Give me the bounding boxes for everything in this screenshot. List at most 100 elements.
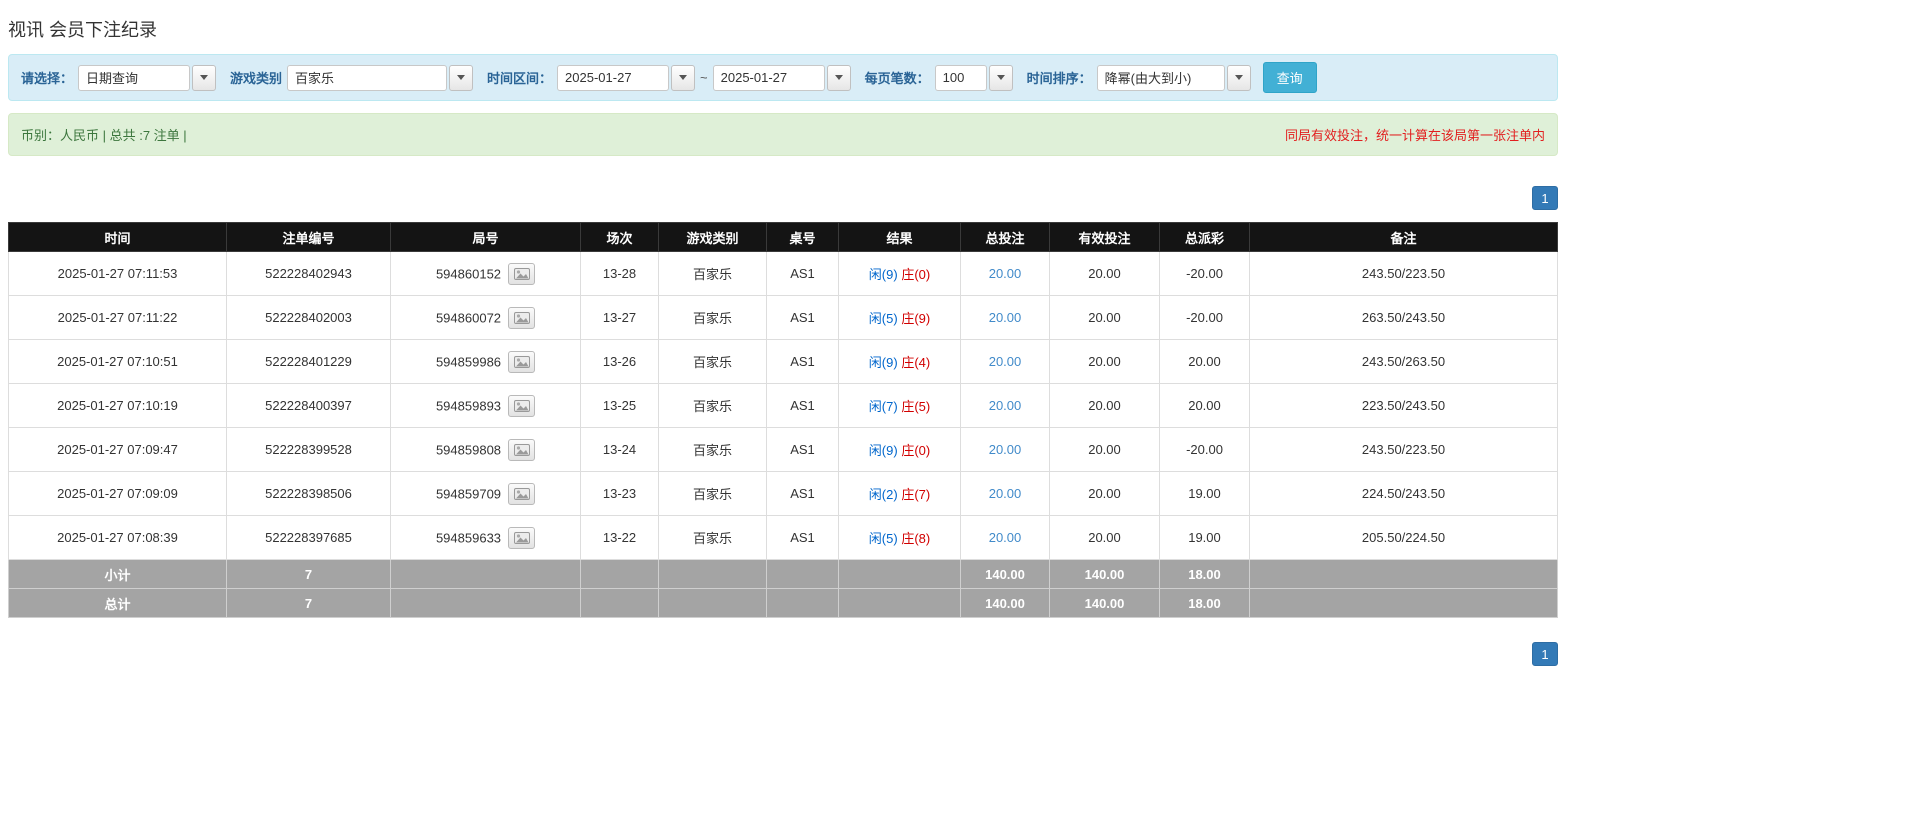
round-number: 594860152 (435, 266, 502, 281)
session-cell: 13-28 (580, 251, 659, 296)
query-type-input[interactable] (78, 64, 191, 91)
total-bet-link[interactable]: 20.00 (989, 486, 1022, 501)
table-no-cell: AS1 (766, 251, 839, 296)
note-cell: 243.50/223.50 (1249, 427, 1558, 472)
footer-empty-cell (658, 588, 767, 618)
result-player: 闲(9) (868, 267, 898, 282)
session-cell: 13-27 (580, 295, 659, 340)
round-detail-button[interactable] (508, 394, 536, 417)
note-cell: 223.50/243.50 (1249, 383, 1558, 428)
column-header: 结果 (838, 222, 961, 252)
result-banker: 庄(5) (901, 399, 931, 414)
footer-empty-cell (838, 588, 961, 618)
page-size-dropdown-button[interactable] (988, 64, 1013, 91)
page-title: 视讯 会员下注纪录 (8, 20, 158, 40)
payout-cell: -20.00 (1159, 295, 1250, 340)
result-cell: 闲(5) 庄(8) (838, 515, 961, 560)
valid-bet-cell: 20.00 (1049, 515, 1160, 560)
payout-cell: -20.00 (1159, 251, 1250, 296)
column-header: 注单编号 (226, 222, 391, 252)
footer-empty-cell (766, 559, 839, 589)
total-bet-link[interactable]: 20.00 (989, 530, 1022, 545)
valid-bet-cell: 20.00 (1049, 471, 1160, 516)
chevron-down-icon (200, 75, 209, 80)
game-type-input[interactable] (287, 64, 448, 91)
bet-no-cell: 522228397685 (226, 515, 391, 560)
round-detail-button[interactable] (508, 526, 536, 549)
round-detail-button[interactable] (508, 262, 536, 285)
round-cell: 594859709 (390, 471, 581, 516)
date-to-dropdown-button[interactable] (826, 64, 851, 91)
table-row: 2025-01-27 07:11:53 522228402943 594860152… (8, 251, 1558, 296)
time-range-label: 时间区间： (487, 71, 553, 86)
total-bet-link[interactable]: 20.00 (989, 398, 1022, 413)
result-banker: 庄(7) (901, 487, 931, 502)
date-from-dropdown-button[interactable] (671, 64, 696, 91)
round-cell: 594859633 (390, 515, 581, 560)
round-cell: 594860152 (390, 251, 581, 296)
valid-bet-cell: 20.00 (1049, 427, 1160, 472)
round-cell: 594860072 (390, 295, 581, 340)
page-button-1[interactable]: 1 (1532, 186, 1558, 210)
footer-empty-cell (390, 559, 581, 589)
game-type-cell: 百家乐 (658, 251, 767, 296)
cards-icon (513, 267, 530, 280)
time-sort-input[interactable] (1096, 64, 1225, 91)
date-from-input[interactable] (557, 64, 670, 91)
column-header: 总派彩 (1159, 222, 1250, 252)
footer-total-bet: 140.00 (960, 588, 1050, 618)
cards-icon (513, 311, 530, 324)
game-type-label: 游戏类别 (230, 71, 283, 86)
bet-no-cell: 522228401229 (226, 339, 391, 384)
note-cell: 263.50/243.50 (1249, 295, 1558, 340)
total-bet-link[interactable]: 20.00 (989, 266, 1022, 281)
time-cell: 2025-01-27 07:10:51 (8, 339, 227, 384)
round-number: 594859808 (435, 442, 502, 457)
chevron-down-icon (996, 75, 1005, 80)
table-row: 2025-01-27 07:08:39 522228397685 594859633… (8, 515, 1558, 560)
round-detail-button[interactable] (508, 350, 536, 373)
session-cell: 13-24 (580, 427, 659, 472)
game-type-cell: 百家乐 (658, 515, 767, 560)
cards-icon (513, 355, 530, 368)
summary-bar: 币别：人民币 | 总共 :7 注单 | 同局有效投注，统一计算在该局第一张注单内 (8, 113, 1558, 156)
date-to-input[interactable] (712, 64, 825, 91)
footer-empty-cell (1249, 588, 1558, 618)
game-type-dropdown-button[interactable] (449, 64, 474, 91)
table-row: 2025-01-27 07:10:51 522228401229 594859986… (8, 339, 1558, 384)
total-bet-link[interactable]: 20.00 (989, 310, 1022, 325)
footer-label: 总计 (8, 588, 227, 618)
bet-no-cell: 522228400397 (226, 383, 391, 428)
result-banker: 庄(8) (901, 531, 931, 546)
time-cell: 2025-01-27 07:11:53 (8, 251, 227, 296)
query-type-combo (78, 64, 217, 91)
footer-empty-cell (580, 559, 659, 589)
round-number: 594859633 (435, 530, 502, 545)
round-cell: 594859893 (390, 383, 581, 428)
currency-summary-text: 币别：人民币 | 总共 :7 注单 | (21, 128, 187, 143)
round-detail-button[interactable] (508, 482, 536, 505)
result-player: 闲(9) (868, 355, 898, 370)
note-cell: 224.50/243.50 (1249, 471, 1558, 516)
game-type-cell: 百家乐 (658, 339, 767, 384)
table-row: 2025-01-27 07:10:19 522228400397 594859893… (8, 383, 1558, 428)
footer-count: 7 (226, 559, 391, 589)
chevron-down-icon (457, 75, 466, 80)
round-detail-button[interactable] (508, 438, 536, 461)
time-sort-label: 时间排序： (1026, 71, 1092, 86)
time-sort-dropdown-button[interactable] (1226, 64, 1251, 91)
column-header: 备注 (1249, 222, 1558, 252)
footer-count: 7 (226, 588, 391, 618)
result-player: 闲(5) (868, 531, 898, 546)
search-button[interactable]: 查询 (1262, 62, 1317, 93)
cards-icon (513, 399, 530, 412)
page-button-1[interactable]: 1 (1532, 642, 1558, 666)
bet-no-cell: 522228402943 (226, 251, 391, 296)
query-type-dropdown-button[interactable] (192, 64, 217, 91)
date-from-combo (557, 64, 696, 91)
page-size-input[interactable] (934, 64, 987, 91)
total-bet-link[interactable]: 20.00 (989, 442, 1022, 457)
total-bet-link[interactable]: 20.00 (989, 354, 1022, 369)
select-label: 请选择： (21, 71, 74, 86)
round-detail-button[interactable] (508, 306, 536, 329)
